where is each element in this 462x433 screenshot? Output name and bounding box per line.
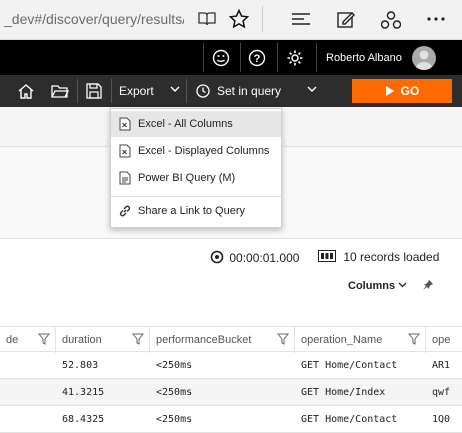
menu-item-label: Power BI Query (M) — [138, 172, 236, 184]
toolbar-divider — [262, 6, 263, 32]
header-divider — [240, 43, 241, 72]
timer-icon — [210, 250, 224, 264]
menu-item-share-link[interactable]: Share a Link to Query — [111, 198, 281, 224]
help-icon[interactable]: ? — [244, 45, 270, 71]
records-count: 10 records loaded — [318, 250, 439, 264]
chevron-down-icon[interactable] — [307, 82, 317, 99]
browser-toolbar: _dev#/discover/query/results/t — [0, 0, 462, 40]
excel-icon — [114, 144, 136, 158]
user-name[interactable]: Roberto Albano — [326, 52, 402, 64]
smiley-icon[interactable] — [208, 45, 234, 71]
filter-icon[interactable] — [408, 333, 420, 345]
query-toolbar: Export Set in query GO — [0, 75, 462, 107]
column-header-label: operation_Name — [301, 334, 383, 346]
menu-item-label: Share a Link to Query — [138, 205, 246, 217]
app-header: ? Roberto Albano — [0, 40, 462, 75]
menu-item-excel-displayed-columns[interactable]: Excel - Displayed Columns — [111, 138, 281, 164]
table-row[interactable]: 68.4325 <250ms GET Home/Contact 1Q0 — [0, 406, 462, 433]
table-cell: 52.803 — [62, 360, 99, 371]
column-header-label: de — [6, 334, 19, 346]
excel-icon — [114, 117, 136, 131]
records-value: 10 records loaded — [343, 250, 440, 264]
menu-item-power-bi-query[interactable]: Power BI Query (M) — [111, 165, 281, 191]
column-header[interactable]: performanceBucket — [150, 327, 295, 353]
column-header[interactable]: duration — [56, 327, 150, 353]
menu-item-excel-all-columns[interactable]: Excel - All Columns — [111, 111, 281, 137]
svg-text:?: ? — [254, 53, 261, 65]
home-icon[interactable] — [14, 79, 38, 103]
set-in-query-dropdown[interactable]: Set in query — [217, 84, 281, 98]
export-button[interactable]: Export — [119, 84, 154, 98]
address-bar[interactable]: _dev#/discover/query/results/t — [4, 11, 184, 27]
chevron-down-icon[interactable] — [170, 82, 180, 99]
pin-icon[interactable] — [422, 279, 434, 294]
header-divider — [203, 43, 204, 72]
table-cell: <250ms — [156, 360, 193, 371]
go-label: GO — [400, 84, 420, 98]
save-icon[interactable] — [82, 79, 106, 103]
reading-view-icon[interactable] — [196, 8, 218, 30]
table-cell: <250ms — [156, 414, 193, 425]
duration-value: 00:00:01.000 — [229, 251, 300, 265]
favorite-star-icon[interactable] — [228, 8, 250, 30]
columns-label: Columns — [348, 280, 396, 292]
header-divider — [316, 43, 317, 72]
table-cell: AR1 — [432, 360, 451, 371]
avatar[interactable] — [412, 46, 436, 70]
table-cell: GET Home/Index — [301, 387, 386, 398]
share-icon[interactable] — [380, 8, 402, 30]
table-cell: 1Q0 — [432, 414, 451, 425]
filter-icon[interactable] — [132, 333, 144, 345]
chevron-down-icon — [398, 282, 407, 288]
column-header-label: ope — [432, 334, 451, 346]
query-duration: 00:00:01.000 — [210, 250, 299, 265]
settings-icon[interactable] — [282, 45, 308, 71]
table-cell: 41.3215 — [62, 387, 105, 398]
records-icon — [318, 250, 336, 262]
menu-item-label: Excel - Displayed Columns — [138, 145, 270, 157]
column-header-label: performanceBucket — [156, 334, 252, 346]
column-header[interactable]: de — [0, 327, 56, 353]
link-icon — [114, 204, 136, 218]
filter-icon[interactable] — [38, 333, 50, 345]
results-table-header: de duration performanceBucket operation_… — [0, 326, 462, 353]
toolbar-divider — [111, 79, 112, 103]
play-icon — [385, 86, 394, 96]
header-divider — [277, 43, 278, 72]
table-cell: 68.4325 — [62, 414, 105, 425]
table-cell: GET Home/Contact — [301, 414, 398, 425]
column-header[interactable]: ope — [426, 327, 462, 353]
hub-icon[interactable] — [290, 8, 312, 30]
toolbar-divider — [77, 79, 78, 103]
toolbar-divider — [186, 79, 187, 103]
export-menu: Excel - All Columns Excel - Displayed Co… — [110, 108, 282, 228]
menu-item-label: Excel - All Columns — [138, 118, 233, 130]
filter-icon[interactable] — [277, 333, 289, 345]
web-note-icon[interactable] — [335, 8, 357, 30]
table-cell: GET Home/Contact — [301, 360, 398, 371]
document-icon — [114, 171, 136, 185]
clock-icon — [191, 79, 215, 103]
open-folder-icon[interactable] — [48, 79, 72, 103]
table-row[interactable]: 41.3215 <250ms GET Home/Index qwf — [0, 379, 462, 406]
column-header-label: duration — [62, 334, 102, 346]
menu-divider — [111, 196, 281, 197]
go-button[interactable]: GO — [352, 79, 452, 103]
more-icon[interactable] — [425, 8, 447, 30]
table-cell: qwf — [432, 387, 451, 398]
table-cell: <250ms — [156, 387, 193, 398]
table-row[interactable]: 52.803 <250ms GET Home/Contact AR1 — [0, 352, 462, 379]
column-header[interactable]: operation_Name — [295, 327, 426, 353]
columns-button[interactable]: Columns — [348, 280, 407, 292]
